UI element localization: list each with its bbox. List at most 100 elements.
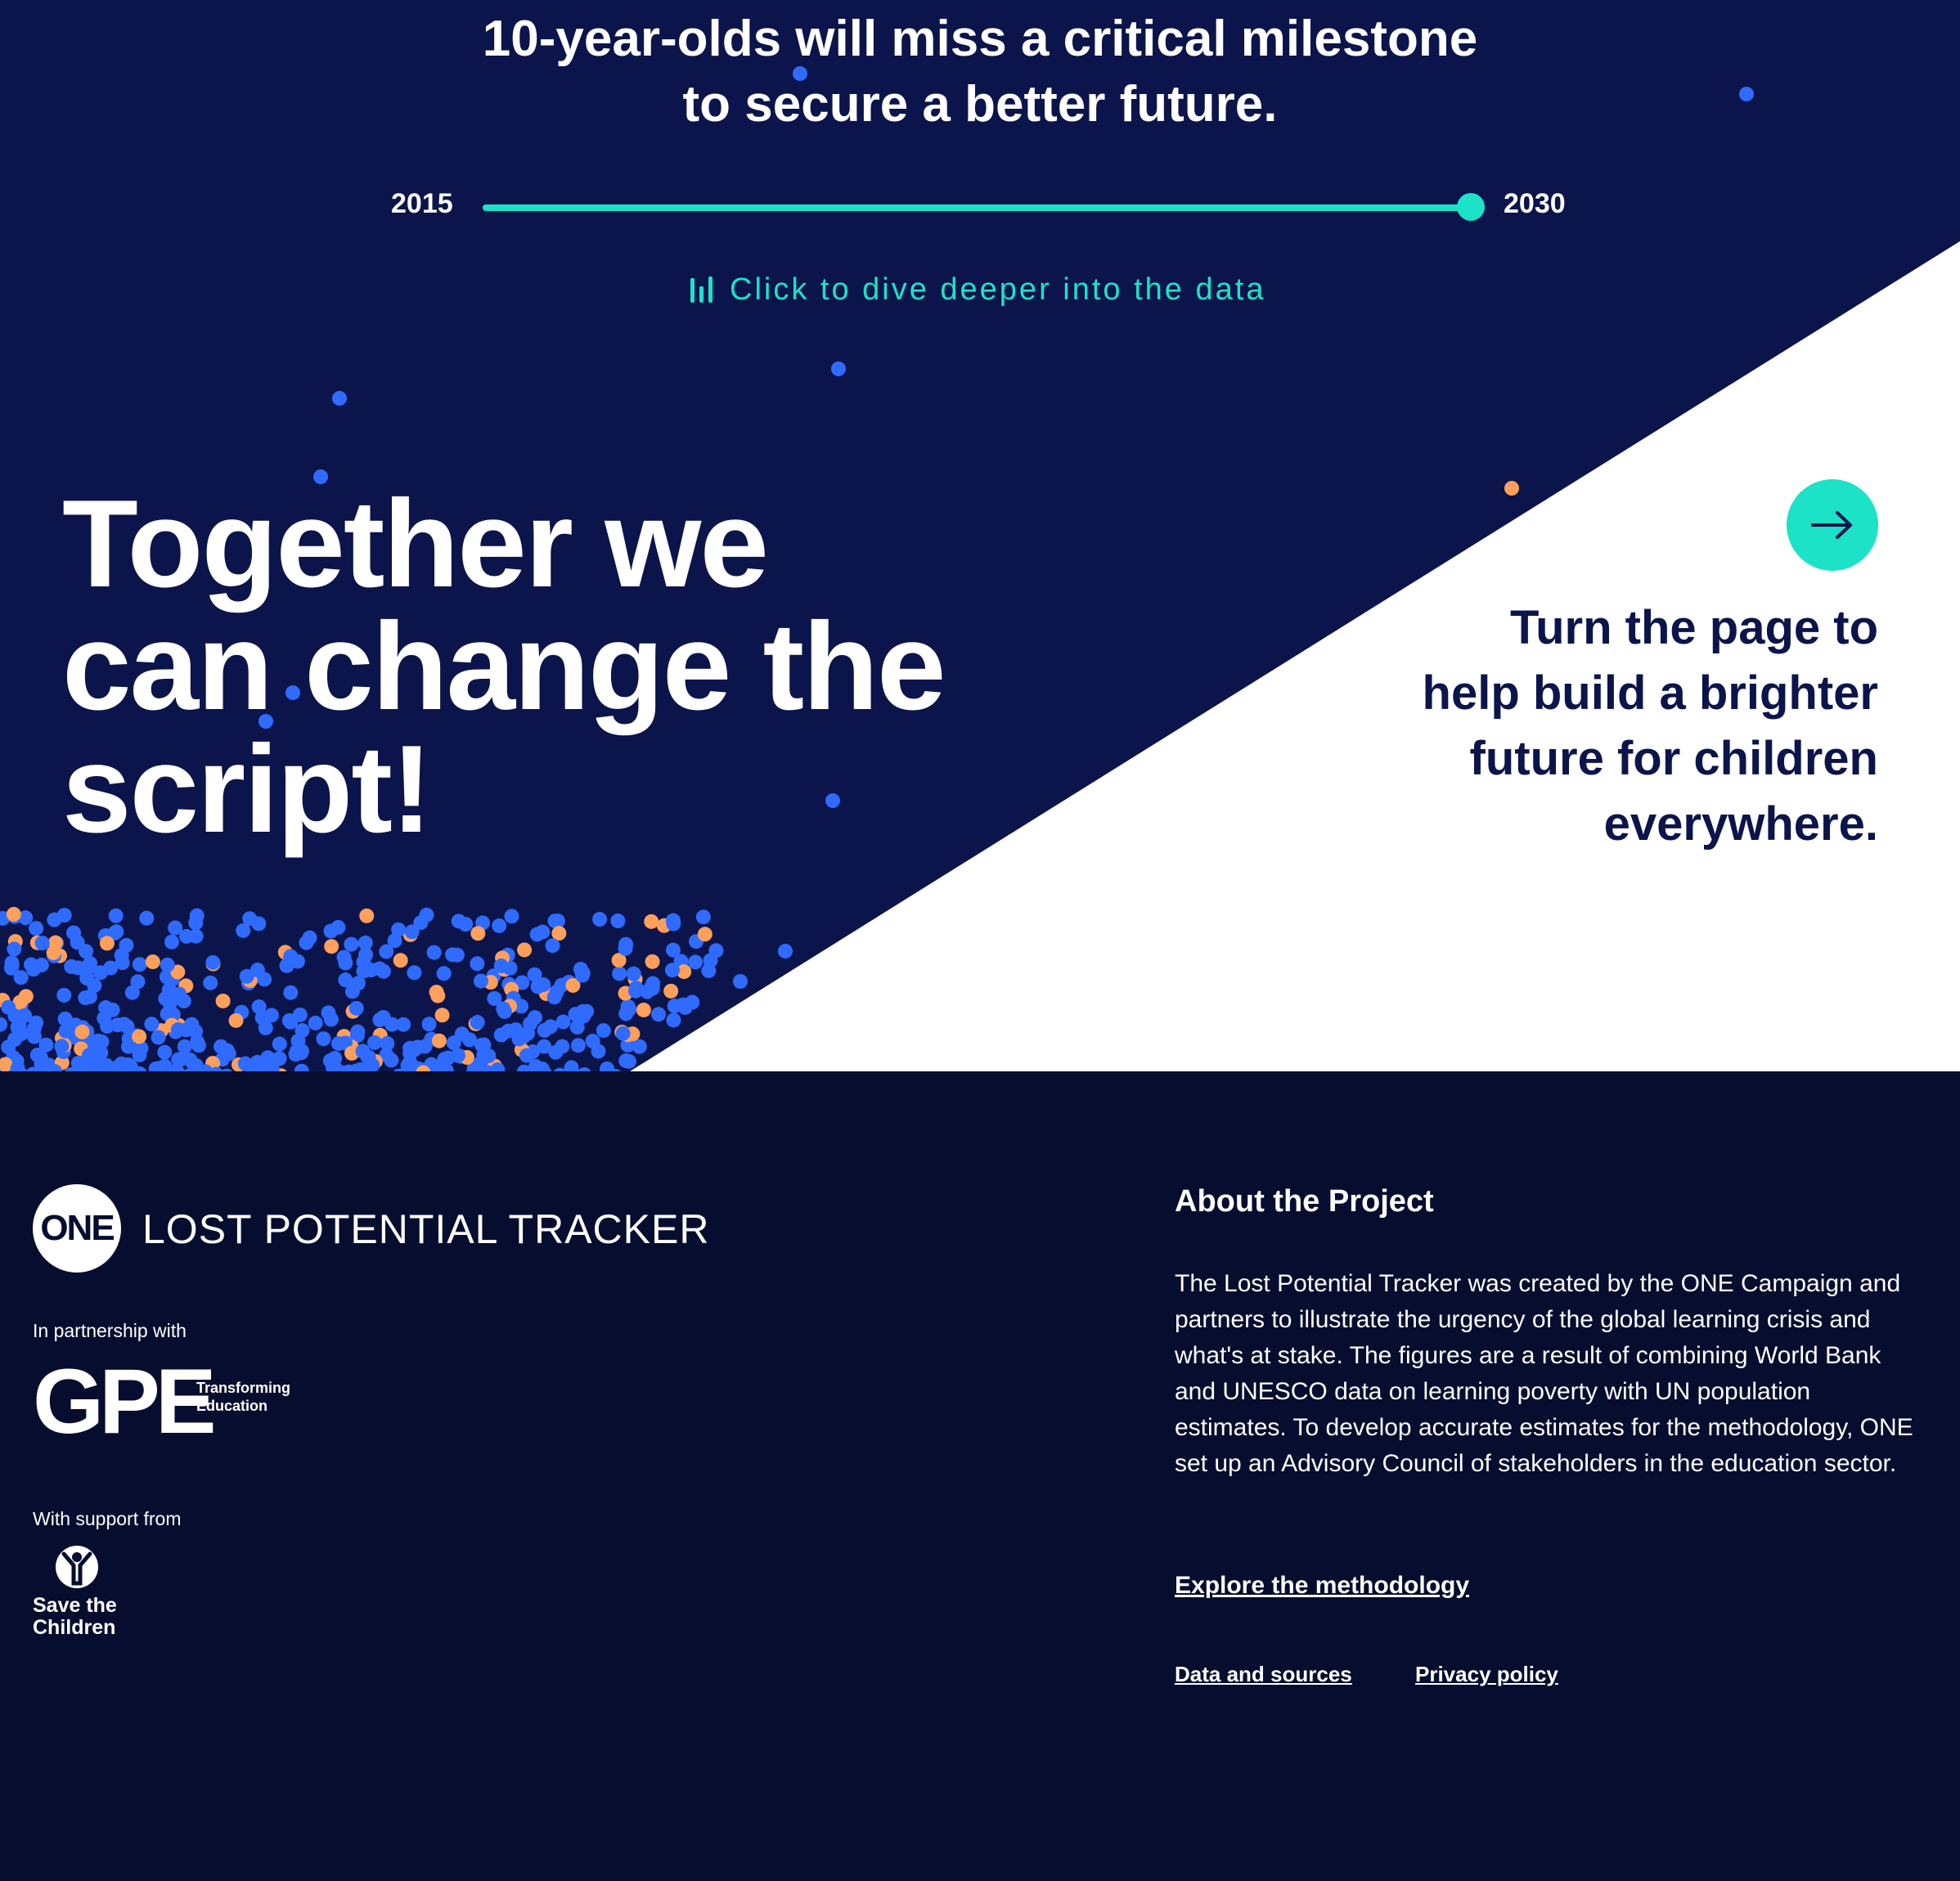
population-dot <box>470 1015 485 1030</box>
population-dot <box>407 965 422 981</box>
population-dot <box>555 1039 570 1054</box>
population-dot <box>358 947 374 963</box>
population-dot <box>254 1010 270 1026</box>
population-dot <box>299 935 314 950</box>
population-dot <box>470 956 485 972</box>
population-dot <box>645 954 660 969</box>
population-dot <box>54 1039 70 1054</box>
population-dot <box>38 1037 54 1053</box>
data-sources-link[interactable]: Data and sources <box>1175 1662 1352 1687</box>
population-dot <box>384 1053 399 1068</box>
population-dot <box>338 955 353 971</box>
privacy-policy-link[interactable]: Privacy policy <box>1415 1662 1558 1687</box>
population-dot <box>215 993 231 1008</box>
population-dot <box>308 1015 323 1030</box>
population-dot <box>618 940 633 956</box>
population-dot <box>132 1047 147 1062</box>
timeline-slider-handle[interactable] <box>1457 193 1485 221</box>
arrow-right-icon <box>1811 511 1852 539</box>
population-dot <box>330 1036 346 1052</box>
population-dot <box>350 1024 366 1039</box>
population-dot <box>359 908 375 923</box>
site-footer: ONE LOST POTENTIAL TRACKER In partnershi… <box>0 1071 1960 1881</box>
population-dot <box>493 1027 509 1043</box>
population-dot <box>450 1048 465 1063</box>
population-dot <box>272 1036 287 1052</box>
population-dot <box>651 1007 667 1022</box>
population-dot <box>537 1039 552 1054</box>
population-dot <box>78 990 93 1006</box>
timeline-slider-track[interactable] <box>483 204 1472 211</box>
population-dot <box>591 1044 606 1059</box>
population-dot <box>173 1052 188 1067</box>
explore-methodology-link[interactable]: Explore the methodology <box>1175 1572 1469 1600</box>
site-name[interactable]: LOST POTENTIAL TRACKER <box>142 1205 709 1253</box>
population-dot <box>664 963 680 978</box>
population-dot <box>164 934 180 949</box>
population-dot <box>323 923 339 939</box>
population-dot <box>294 1063 309 1071</box>
population-dot <box>119 937 134 953</box>
population-dot <box>56 987 72 1003</box>
population-dot <box>564 1060 579 1071</box>
dive-deeper-label: Click to dive deeper into the data <box>730 272 1266 307</box>
population-dot <box>323 1012 339 1027</box>
population-dot <box>695 909 711 925</box>
population-dot <box>237 1056 253 1071</box>
population-dot <box>367 1035 383 1050</box>
population-dot <box>831 361 846 376</box>
population-dot <box>214 1039 229 1054</box>
population-dot <box>437 1052 452 1067</box>
population-dot <box>391 922 407 937</box>
population-dot <box>372 1012 388 1027</box>
population-dot <box>105 1002 120 1017</box>
population-dot <box>25 962 41 977</box>
one-logo[interactable]: ONE <box>33 1184 121 1273</box>
population-dot <box>203 975 218 990</box>
population-dot <box>596 1023 611 1039</box>
gpe-tagline-line-1: Transforming <box>196 1380 291 1396</box>
population-dot <box>1 999 16 1015</box>
support-label: With support from <box>33 1508 182 1529</box>
population-dot <box>555 1014 571 1030</box>
population-dot <box>34 936 50 951</box>
population-dot <box>256 1055 272 1071</box>
population-dot <box>355 1044 371 1059</box>
gpe-logo-text: GPE <box>33 1356 214 1446</box>
population-dot <box>283 985 299 1000</box>
population-dot <box>158 991 173 1006</box>
dive-deeper-link[interactable]: Click to dive deeper into the data <box>689 268 1265 311</box>
population-dot <box>109 924 124 940</box>
population-dot <box>177 1039 192 1054</box>
population-dot <box>294 1044 309 1059</box>
population-dot <box>666 1012 681 1028</box>
population-dot <box>92 965 108 981</box>
population-dot <box>434 1008 450 1023</box>
population-dot <box>663 983 679 999</box>
save-the-children-line-1: Save the <box>33 1594 117 1617</box>
population-dot <box>644 914 659 929</box>
population-dot <box>697 927 713 942</box>
population-dot <box>430 988 446 1003</box>
population-dot <box>470 926 486 941</box>
about-title: About the Project <box>1175 1184 1434 1219</box>
population-dot <box>626 966 641 981</box>
population-dot <box>13 970 29 985</box>
population-dot <box>576 1008 591 1024</box>
population-dot <box>517 942 533 958</box>
population-dot <box>431 1033 447 1048</box>
population-dot <box>80 960 96 976</box>
population-dot <box>130 974 146 990</box>
population-dot <box>667 999 682 1014</box>
population-dot <box>592 912 608 927</box>
next-page-button[interactable] <box>1787 479 1878 571</box>
milestone-headline-line-2: to secure a better future. <box>682 76 1278 132</box>
population-dot <box>46 945 61 960</box>
population-dot <box>6 906 21 922</box>
turn-page-line-1: Turn the page to <box>1509 601 1878 654</box>
population-dot <box>108 908 124 923</box>
population-dot <box>665 913 681 928</box>
save-the-children-wordmark: Save the Children <box>33 1595 117 1639</box>
population-dot <box>188 1024 204 1039</box>
milestone-headline-line-1: 10-year-olds will miss a critical milest… <box>482 11 1478 67</box>
